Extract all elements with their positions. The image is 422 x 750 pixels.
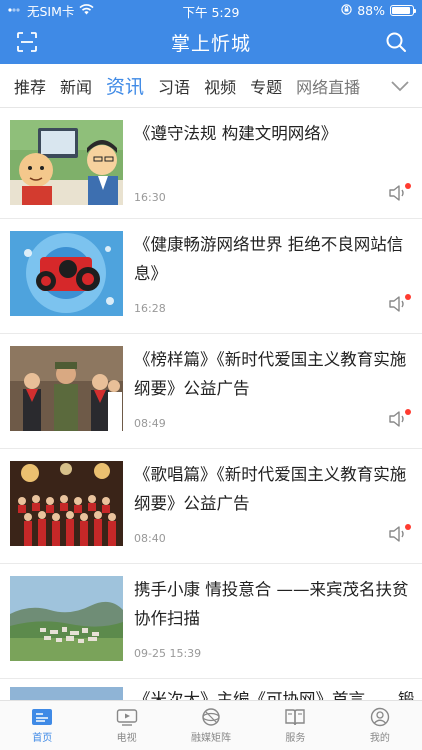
tab-xi-quotes[interactable]: 习语 (158, 74, 190, 98)
signal-icon (8, 3, 22, 18)
rotation-lock-icon (341, 3, 352, 18)
category-tabs: 推荐 新闻 资讯 习语 视频 专题 网络直播 (0, 64, 422, 108)
audio-button[interactable] (388, 294, 411, 315)
carrier-label: 无SIM卡 (27, 3, 75, 19)
news-title: 《米次大》主编《可协网》首言……锻 (134, 690, 415, 700)
notification-dot (405, 183, 411, 189)
news-time: 16:30 (134, 191, 166, 204)
news-time: 08:40 (134, 532, 166, 545)
home-icon (32, 709, 53, 725)
tab-live[interactable]: 网络直播 (296, 74, 360, 98)
battery-icon (390, 4, 416, 16)
notification-dot (405, 294, 411, 300)
news-time: 16:28 (134, 302, 166, 315)
nav-services[interactable]: 服务 (253, 701, 337, 750)
page-title: 掌上忻城 (170, 32, 251, 55)
nav-tv-label: 电视 (116, 733, 137, 744)
news-title: 《遵守法规 构建文明网络》 (134, 124, 338, 143)
news-title: 携手小康 情投意合 ——来宾茂名扶贫协作扫描 (134, 580, 409, 628)
tabs-expand-button[interactable] (378, 64, 422, 107)
title-bar: 掌上忻城 (0, 20, 422, 64)
nav-tv[interactable]: 电视 (84, 701, 168, 750)
news-item[interactable]: 携手小康 情投意合 ——来宾茂名扶贫协作扫描 09-25 15:39 (0, 564, 422, 679)
nav-media-matrix-label: 融媒矩阵 (191, 733, 232, 744)
news-title: 《榜样篇》《新时代爱国主义教育实施纲要》公益广告 (134, 350, 407, 398)
tab-video[interactable]: 视频 (204, 74, 236, 98)
news-thumbnail (10, 231, 123, 316)
nav-home-label: 首页 (32, 733, 53, 744)
news-time: 09-25 15:39 (134, 647, 202, 660)
nav-profile[interactable]: 我的 (338, 701, 422, 750)
notification-dot (405, 524, 411, 530)
tv-icon (116, 709, 137, 726)
news-item[interactable]: 《榜样篇》《新时代爱国主义教育实施纲要》公益广告 08:49 (0, 334, 422, 449)
nav-home[interactable]: 首页 (0, 701, 84, 750)
bottom-nav: 首页 电视 融媒矩阵 服务 我的 (0, 700, 422, 750)
news-item[interactable]: 《健康畅游网络世界 拒绝不良网站信息》 16:28 (0, 219, 422, 334)
status-bar: 无SIM卡 88% (0, 0, 422, 20)
audio-button[interactable] (388, 409, 411, 430)
notification-dot (405, 409, 411, 415)
media-matrix-icon (202, 708, 220, 726)
tab-info[interactable]: 资讯 (106, 72, 144, 99)
scan-button[interactable] (16, 31, 38, 53)
nav-services-label: 服务 (285, 733, 306, 744)
news-item[interactable]: 《遵守法规 构建文明网络》 16:30 (0, 108, 422, 219)
news-thumbnail (10, 687, 123, 700)
chevron-down-icon (391, 80, 409, 91)
tab-topics[interactable]: 专题 (250, 74, 282, 98)
profile-icon (370, 707, 390, 727)
tab-news[interactable]: 新闻 (60, 74, 92, 98)
scan-icon (17, 32, 37, 52)
news-thumbnail (10, 461, 123, 546)
news-item[interactable]: 《歌唱篇》《新时代爱国主义教育实施纲要》公益广告 08:40 (0, 449, 422, 564)
search-icon (386, 32, 406, 52)
services-icon (285, 709, 306, 726)
news-thumbnail (10, 346, 123, 431)
wifi-icon (79, 3, 94, 18)
battery-percent: 88% (357, 2, 385, 18)
audio-button[interactable] (388, 524, 411, 545)
news-title: 《健康畅游网络世界 拒绝不良网站信息》 (134, 235, 404, 283)
news-item[interactable]: 《米次大》主编《可协网》首言……锻 (0, 679, 422, 700)
news-thumbnail (10, 120, 123, 205)
tab-recommend[interactable]: 推荐 (14, 74, 46, 98)
nav-media-matrix[interactable]: 融媒矩阵 (169, 701, 253, 750)
search-button[interactable] (384, 30, 408, 54)
news-title: 《歌唱篇》《新时代爱国主义教育实施纲要》公益广告 (134, 465, 407, 513)
audio-button[interactable] (388, 183, 411, 204)
app-header: 无SIM卡 88% 下午 5:29 掌上忻城 (0, 0, 422, 64)
news-time: 08:49 (134, 417, 166, 430)
news-list: 《遵守法规 构建文明网络》 16:30 《健康畅游网络世界 拒绝不良网站信息》 … (0, 108, 422, 700)
news-thumbnail (10, 576, 123, 661)
nav-profile-label: 我的 (369, 733, 390, 744)
